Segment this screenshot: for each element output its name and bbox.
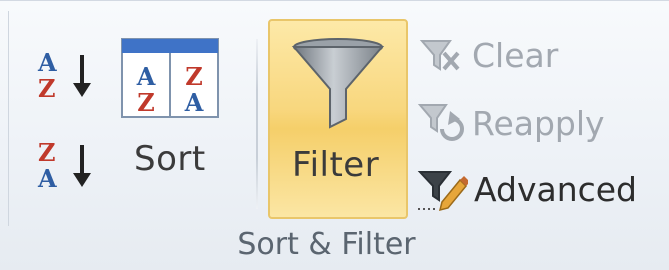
clear-filter-icon [419,40,460,71]
reapply-button[interactable]: Reapply [416,99,605,147]
svg-text:A: A [184,88,204,117]
advanced-label: Advanced [474,169,638,209]
svg-text:Z: Z [137,88,155,117]
sort-a-to-z-button[interactable]: A Z [30,47,98,103]
svg-text:A: A [37,164,57,193]
sort-a-to-z-icon: A Z [37,48,91,103]
clear-button[interactable]: Clear [416,31,558,79]
group-label: Sort & Filter [237,227,416,262]
sort-button-label: Sort [134,139,206,179]
sort-z-to-a-icon: Z A [37,138,91,193]
reapply-label: Reapply [472,103,605,143]
advanced-button[interactable]: Advanced [416,165,637,213]
group-label-container: Sort & Filter [0,227,669,262]
reapply-filter-icon [417,104,464,141]
clear-label: Clear [472,35,559,75]
svg-text:Z: Z [185,62,203,91]
svg-text:Z: Z [38,74,56,103]
sort-dialog-icon: A Z Z A [121,38,219,118]
svg-text:Z: Z [38,138,56,167]
advanced-filter-icon [417,171,468,212]
filter-button[interactable]: Filter [268,19,408,219]
filter-funnel-icon [291,38,385,129]
svg-text:A: A [136,62,156,91]
svg-text:A: A [37,48,57,77]
sort-z-to-a-button[interactable]: Z A [30,137,98,193]
filter-button-label: Filter [292,145,380,185]
separator [256,39,258,209]
sort-button[interactable]: A Z Z A Sort [116,31,224,191]
sort-filter-group: A Z Z A A Z Z A Sort Filter Clear Reappl… [0,0,669,270]
